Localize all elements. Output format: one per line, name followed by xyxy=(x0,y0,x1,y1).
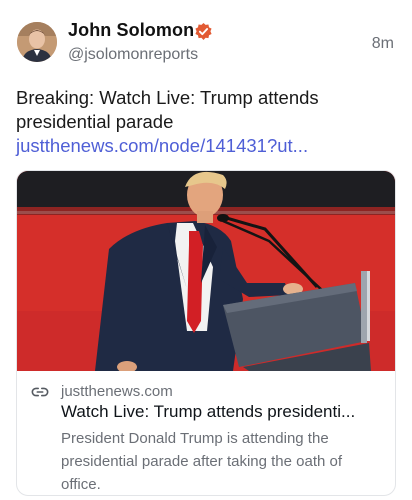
post[interactable]: John Solomon @jsolomonreports 8m Breakin… xyxy=(0,0,412,500)
card-domain: justthenews.com xyxy=(61,383,173,400)
avatar[interactable] xyxy=(17,22,57,62)
author-handle[interactable]: @jsolomonreports xyxy=(68,46,198,64)
card-title[interactable]: Watch Live: Trump attends presidenti... xyxy=(61,402,386,422)
post-timestamp: 8m xyxy=(371,35,394,52)
link-icon xyxy=(31,387,49,397)
author-name[interactable]: John Solomon xyxy=(68,20,194,41)
post-body: Breaking: Watch Live: Trump attends pres… xyxy=(16,87,319,132)
verified-badge-icon xyxy=(195,22,212,41)
card-image xyxy=(17,171,395,371)
post-text: Breaking: Watch Live: Trump attends pres… xyxy=(16,86,391,158)
card-description: President Donald Trump is attending the … xyxy=(61,430,343,493)
post-link[interactable]: justthenews.com/node/141431?ut... xyxy=(16,135,308,156)
link-preview-card[interactable]: justthenews.com Watch Live: Trump attend… xyxy=(16,170,396,496)
card-meta[interactable]: justthenews.com Watch Live: Trump attend… xyxy=(17,371,395,495)
